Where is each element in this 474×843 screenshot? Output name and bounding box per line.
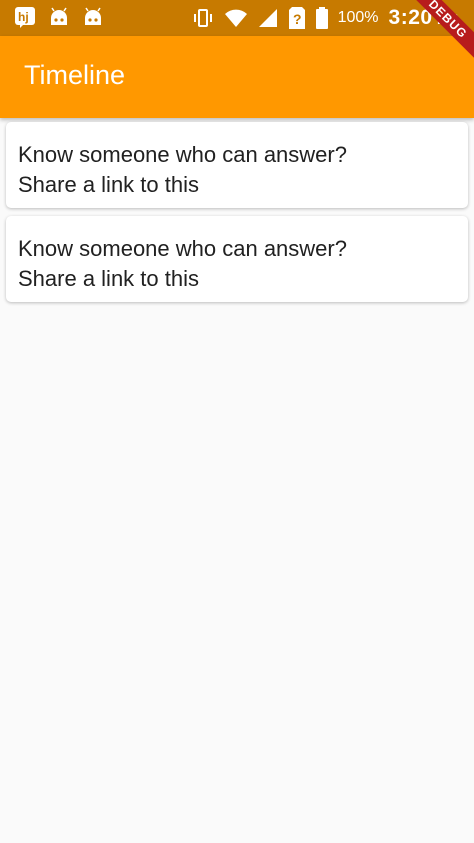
vibrate-icon: [192, 7, 214, 29]
android-icon: [82, 6, 104, 28]
card-text: Know someone who can answer? Share a lin…: [18, 140, 458, 200]
hj-app-icon: hj: [14, 6, 36, 28]
card-text-line: Know someone who can answer?: [18, 236, 347, 261]
svg-text:?: ?: [293, 11, 302, 27]
battery-percentage: 100%: [337, 9, 379, 26]
battery-icon: [315, 7, 328, 29]
page-title: Timeline: [24, 60, 126, 90]
card-text-line: Share a link to this: [18, 172, 199, 197]
system-status-icons: ? 100% 3:20 PM: [192, 0, 458, 36]
screen: hj ? 100% 3:20 DEBUG Timeline Know someo…: [0, 0, 474, 843]
cell-signal-icon: [258, 8, 278, 28]
notification-icons: hj: [14, 6, 104, 28]
timeline-card[interactable]: Know someone who can answer? Share a lin…: [6, 122, 468, 208]
no-sim-icon: ?: [288, 6, 306, 30]
timeline-card[interactable]: Know someone who can answer? Share a lin…: [6, 216, 468, 302]
status-bar: hj ? 100% 3:20: [0, 0, 474, 36]
app-bar: Timeline: [0, 36, 474, 118]
card-text-line: Know someone who can answer?: [18, 142, 347, 167]
wifi-icon: [224, 8, 248, 28]
card-text: Know someone who can answer? Share a lin…: [18, 234, 458, 294]
card-text-line: Share a link to this: [18, 266, 199, 291]
android-icon: [48, 6, 70, 28]
svg-text:hj: hj: [18, 10, 29, 24]
